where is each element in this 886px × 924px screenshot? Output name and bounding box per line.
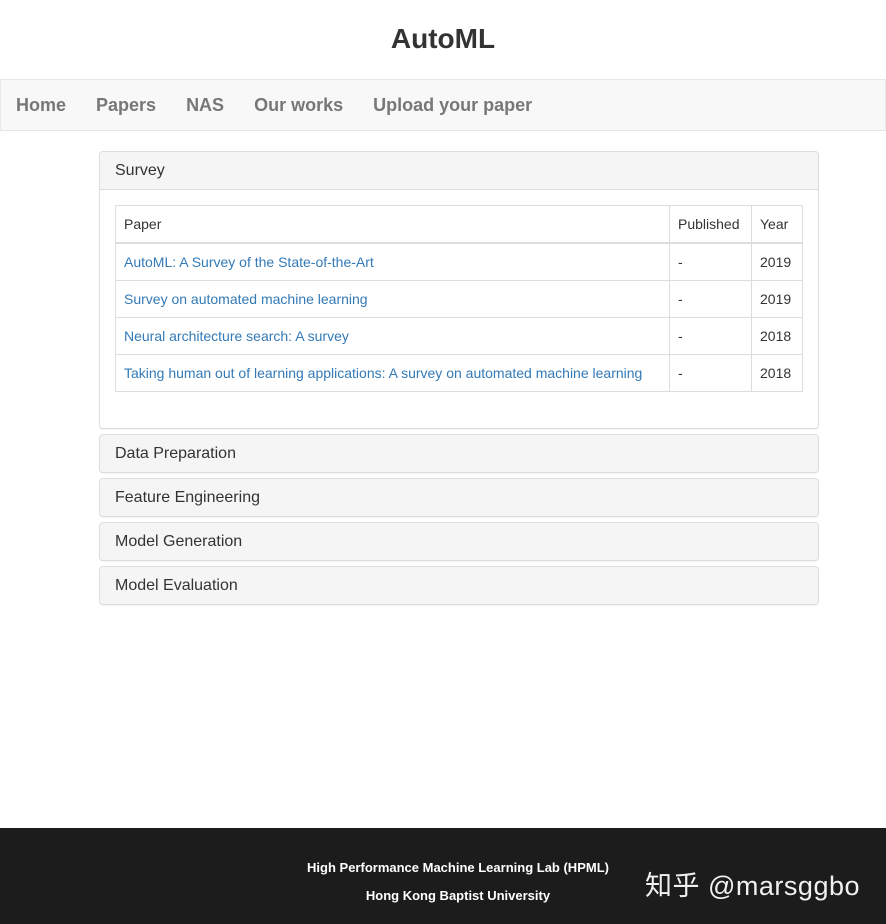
- paper-cell: AutoML: A Survey of the State-of-the-Art: [115, 242, 670, 281]
- paper-cell: Neural architecture search: A survey: [115, 317, 670, 355]
- paper-link[interactable]: Neural architecture search: A survey: [124, 328, 349, 344]
- table-header-row: Paper Published Year: [115, 205, 803, 244]
- year-cell: 2019: [751, 280, 803, 318]
- panel-data-preparation: Data Preparation: [99, 434, 819, 473]
- nav-papers[interactable]: Papers: [96, 95, 156, 116]
- footer: High Performance Machine Learning Lab (H…: [0, 828, 886, 924]
- panel-model-generation: Model Generation: [99, 522, 819, 561]
- column-header-year: Year: [751, 205, 803, 244]
- paper-cell: Taking human out of learning application…: [115, 354, 670, 392]
- paper-link[interactable]: AutoML: A Survey of the State-of-the-Art: [124, 254, 374, 270]
- panel-feature-engineering: Feature Engineering: [99, 478, 819, 517]
- year-cell: 2018: [751, 317, 803, 355]
- nav-nas[interactable]: NAS: [186, 95, 224, 116]
- paper-link[interactable]: Survey on automated machine learning: [124, 291, 368, 307]
- published-cell: -: [669, 242, 752, 281]
- panel-body-survey: Paper Published Year AutoML: A Survey of…: [100, 190, 818, 428]
- table-row: Survey on automated machine learning - 2…: [115, 280, 803, 318]
- panel-heading-model-generation[interactable]: Model Generation: [100, 523, 818, 560]
- column-header-paper: Paper: [115, 205, 670, 244]
- survey-papers-table: Paper Published Year AutoML: A Survey of…: [115, 205, 803, 392]
- panel-heading-survey[interactable]: Survey: [100, 152, 818, 190]
- panel-heading-data-preparation[interactable]: Data Preparation: [100, 435, 818, 472]
- site-title: AutoML: [390, 23, 496, 54]
- published-cell: -: [669, 317, 752, 355]
- panel-model-evaluation: Model Evaluation: [99, 566, 819, 605]
- panel-heading-model-evaluation[interactable]: Model Evaluation: [100, 567, 818, 604]
- panel-heading-feature-engineering[interactable]: Feature Engineering: [100, 479, 818, 516]
- nav-our-works[interactable]: Our works: [254, 95, 343, 116]
- panel-survey: Survey Paper Published Year AutoML: A Su…: [99, 151, 819, 429]
- table-row: Neural architecture search: A survey - 2…: [115, 317, 803, 355]
- navbar: Home Papers NAS Our works Upload your pa…: [0, 79, 886, 131]
- nav-home[interactable]: Home: [16, 95, 66, 116]
- paper-link[interactable]: Taking human out of learning application…: [124, 365, 642, 381]
- page: AutoML Home Papers NAS Our works Upload …: [0, 0, 886, 924]
- published-cell: -: [669, 280, 752, 318]
- table-row: Taking human out of learning application…: [115, 354, 803, 392]
- table-row: AutoML: A Survey of the State-of-the-Art…: [115, 242, 803, 281]
- paper-cell: Survey on automated machine learning: [115, 280, 670, 318]
- year-cell: 2019: [751, 242, 803, 281]
- nav-upload-paper[interactable]: Upload your paper: [373, 95, 532, 116]
- watermark: 知乎 @marsggbo: [645, 871, 860, 901]
- column-header-published: Published: [669, 205, 752, 244]
- year-cell: 2018: [751, 354, 803, 392]
- published-cell: -: [669, 354, 752, 392]
- panel-group: Survey Paper Published Year AutoML: A Su…: [99, 151, 819, 610]
